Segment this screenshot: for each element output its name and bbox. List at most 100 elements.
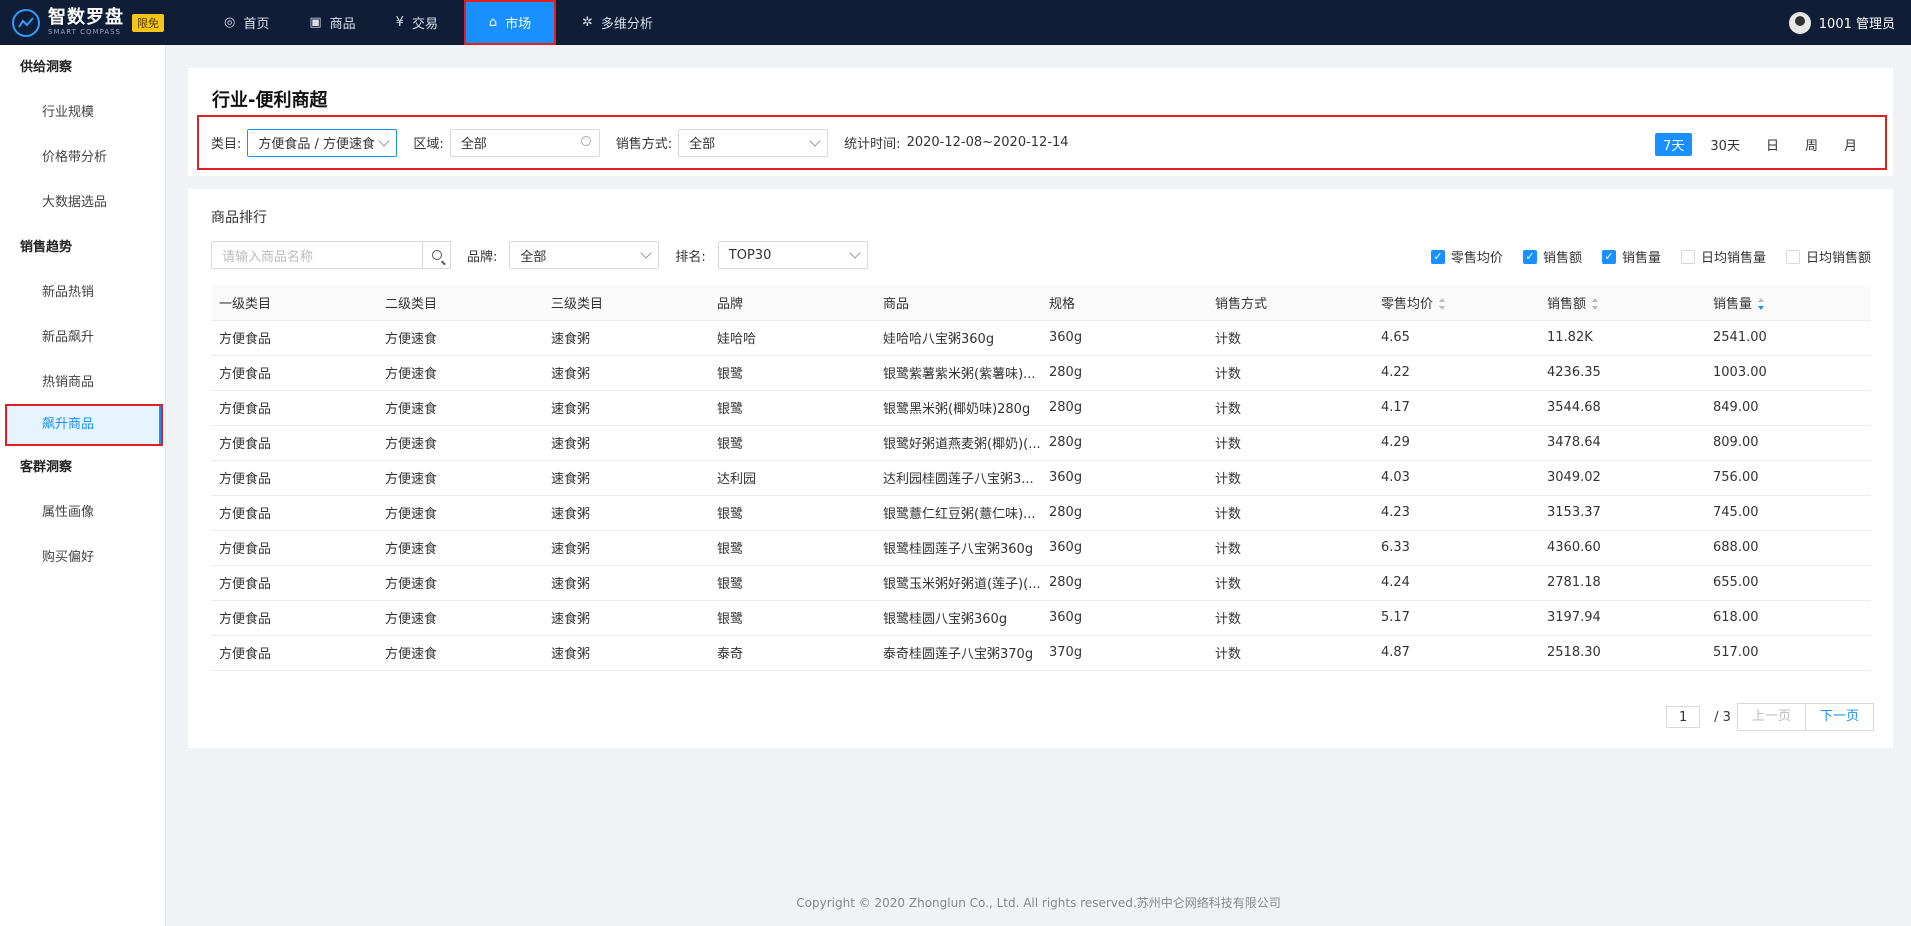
table-cell: 6.33 [1373,530,1539,566]
table-cell: 方便食品 [211,495,377,531]
check-avg-price[interactable]: ✓ 零售均价 [1430,247,1503,266]
table-row[interactable]: 方便食品 方便速食 速食粥 银鹭 银鹭薏仁红豆粥(薏仁味)... 280g 计数 4.23 31… [211,495,1871,531]
sort-icon[interactable] [1758,298,1765,311]
table-cell: 计数 [1207,530,1373,566]
chart-icon: ✲ [581,15,593,30]
nav-market[interactable]: ⌂ 市场 [463,0,556,45]
table-cell: 银鹭 [709,390,875,426]
sidebar-item-rising-goods[interactable]: 飙升商品 [5,404,163,446]
next-page-button[interactable]: 下一页 [1805,703,1874,731]
table-cell: 280g [1041,425,1207,461]
table-row[interactable]: 方便食品 方便速食 速食粥 银鹭 银鹭紫薯紫米粥(紫薯味)... 280g 计数 4.22 42… [211,355,1871,391]
nav-home[interactable]: ◎ 首页 [204,0,289,45]
range-day[interactable]: 日 [1758,133,1787,156]
table-row[interactable]: 方便食品 方便速食 速食粥 银鹭 银鹭好粥道燕麦粥(椰奶)(... 280g 计数 4.29 3… [211,425,1871,461]
table-cell: 娃哈哈八宝粥360g [875,320,1041,356]
page-title: 行业-便利商超 [212,90,328,111]
table-cell: 速食粥 [543,530,709,566]
nav-trade[interactable]: ¥ 交易 [376,0,458,45]
sidebar-item-new-hot[interactable]: 新品热销 [0,270,165,315]
range-30d[interactable]: 30天 [1702,133,1748,156]
table-cell: 方便食品 [211,355,377,391]
checkbox-unchecked-icon [1785,249,1800,264]
table-cell: 370g [1041,635,1207,671]
column-header[interactable]: 销售量 [1705,285,1871,321]
search-button[interactable] [423,241,451,269]
rank-select[interactable]: TOP30 [717,241,868,269]
table-cell: 280g [1041,565,1207,601]
sidebar-group-supply: 供给洞察 [20,60,73,75]
nav-market-label: 市场 [505,17,532,32]
region-select[interactable]: 全部 [449,128,600,157]
table-cell: 银鹭桂圆八宝粥360g [875,600,1041,636]
check-daily-amount[interactable]: 日均销售额 [1785,247,1871,266]
sidebar-item-big-data[interactable]: 大数据选品 [0,180,165,225]
nav-goods[interactable]: ▣ 商品 [289,0,375,45]
page-input[interactable]: 1 [1666,706,1701,728]
table-row[interactable]: 方便食品 方便速食 速食粥 银鹭 银鹭玉米粥好粥道(莲子)(... 280g 计数 4.24 2… [211,565,1871,601]
sort-icon[interactable] [1439,298,1446,311]
table-cell: 280g [1041,355,1207,391]
range-week[interactable]: 周 [1797,133,1826,156]
table-cell: 速食粥 [543,460,709,496]
sort-icon[interactable] [1592,298,1599,311]
app-logo[interactable]: 智数罗盘 SMART COMPASS 限免 [0,8,200,37]
column-header[interactable]: 销售额 [1539,285,1705,321]
range-month[interactable]: 月 [1836,133,1865,156]
sidebar-item-hot-goods[interactable]: 热销商品 [0,360,165,405]
checkbox-checked-icon: ✓ [1601,249,1616,264]
table-row[interactable]: 方便食品 方便速食 速食粥 达利园 达利园桂圆莲子八宝粥3... 360g 计数 4.03 30… [211,460,1871,496]
table-cell: 方便食品 [211,635,377,671]
ranking-toolbar: 请输入商品名称 品牌: 全部 排名: TOP30 ✓ 零售均价 ✓ 销售额 ✓ 销售量… [211,241,1871,269]
time-label: 统计时间: [844,137,901,152]
table-cell: 4.23 [1373,495,1539,531]
table-cell: 方便速食 [377,530,543,566]
search-input[interactable]: 请输入商品名称 [211,241,423,269]
table-cell: 2541.00 [1705,320,1871,356]
column-header[interactable]: 零售均价 [1373,285,1539,321]
column-header: 规格 [1041,285,1207,321]
column-header: 二级类目 [377,285,543,321]
category-select[interactable]: 方便食品 / 方便速食 [247,128,398,157]
table-cell: 方便食品 [211,530,377,566]
table-cell: 速食粥 [543,495,709,531]
user-menu[interactable]: 1001 管理员 [1788,0,1895,45]
table-row[interactable]: 方便食品 方便速食 速食粥 娃哈哈 娃哈哈八宝粥360g 360g 计数 4.65 11.82K… [211,320,1871,356]
sidebar-item-price-band[interactable]: 价格带分析 [0,135,165,180]
app-name: 智数罗盘 [48,7,124,28]
sale-method-select[interactable]: 全部 [678,128,829,157]
sidebar-item-profile[interactable]: 属性画像 [0,490,165,535]
table-cell: 618.00 [1705,600,1871,636]
check-daily-volume[interactable]: 日均销售量 [1680,247,1766,266]
metric-checkboxes: ✓ 零售均价 ✓ 销售额 ✓ 销售量 日均销售量 日均销售额 [1411,247,1871,266]
table-row[interactable]: 方便食品 方便速食 速食粥 银鹭 银鹭桂圆莲子八宝粥360g 360g 计数 6.33 4360… [211,530,1871,566]
check-sales-amount[interactable]: ✓ 销售额 [1522,247,1582,266]
table-cell: 360g [1041,460,1207,496]
table-cell: 计数 [1207,495,1373,531]
table-row[interactable]: 方便食品 方便速食 速食粥 银鹭 银鹭桂圆八宝粥360g 360g 计数 5.17 3197.9… [211,600,1871,636]
check-label: 销售额 [1542,251,1582,266]
prev-page-button[interactable]: 上一页 [1736,703,1806,731]
nav-home-label: 首页 [243,17,270,32]
column-header-label: 销售量 [1713,296,1753,312]
check-sales-volume[interactable]: ✓ 销售量 [1601,247,1661,266]
table-cell: 方便速食 [377,320,543,356]
brand-select[interactable]: 全部 [509,241,660,269]
table-cell: 银鹭 [709,495,875,531]
table-cell: 517.00 [1705,635,1871,671]
compass-logo-icon [12,8,40,37]
rank-label: 排名: [675,249,706,265]
table-cell: 银鹭玉米粥好粥道(莲子)(... [875,565,1041,601]
table-row[interactable]: 方便食品 方便速食 速食粥 泰奇 泰奇桂圆莲子八宝粥370g 370g 计数 4.87 2518… [211,635,1871,671]
sidebar-item-preference[interactable]: 购买偏好 [0,535,165,580]
dashboard-icon: ◎ [224,15,236,30]
sidebar-item-new-rising[interactable]: 新品飙升 [0,315,165,360]
sidebar-item-industry-scale[interactable]: 行业规模 [0,90,165,135]
table-row[interactable]: 方便食品 方便速食 速食粥 银鹭 银鹭黑米粥(椰奶味)280g 280g 计数 4.17 354… [211,390,1871,426]
sale-method-value: 全部 [689,137,716,152]
table-cell: 方便食品 [211,460,377,496]
range-7d[interactable]: 7天 [1655,133,1693,156]
nav-analysis[interactable]: ✲ 多维分析 [562,0,673,45]
table-cell: 银鹭桂圆莲子八宝粥360g [875,530,1041,566]
table-cell: 速食粥 [543,390,709,426]
